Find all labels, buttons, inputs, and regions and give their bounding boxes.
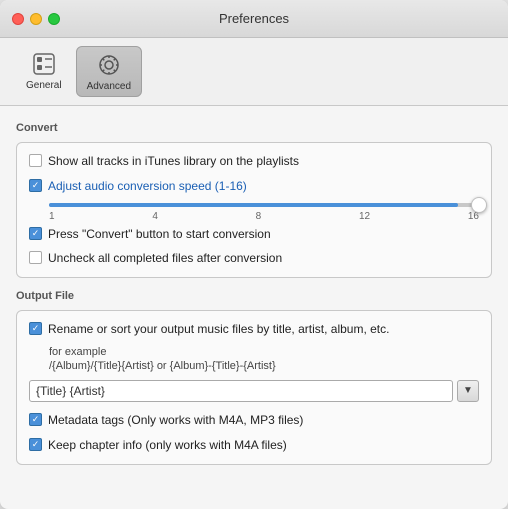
window-title: Preferences [219, 11, 289, 26]
uncheck-completed-checkbox[interactable] [29, 251, 42, 264]
output-section-label: Output File [16, 290, 492, 302]
slider-label-4: 4 [152, 211, 158, 222]
adjust-audio-checkbox[interactable] [29, 179, 42, 192]
press-convert-label: Press "Convert" button to start conversi… [48, 226, 271, 243]
close-button[interactable] [12, 13, 24, 25]
adjust-audio-row: Adjust audio conversion speed (1-16) [29, 178, 479, 195]
press-convert-checkbox[interactable] [29, 227, 42, 240]
show-all-tracks-label: Show all tracks in iTunes library on the… [48, 153, 299, 170]
format-input[interactable] [29, 380, 453, 402]
content-area: Convert Show all tracks in iTunes librar… [0, 106, 508, 509]
slider-thumb[interactable] [471, 197, 487, 213]
metadata-tags-checkbox[interactable] [29, 413, 42, 426]
toolbar: General Advanced [0, 38, 508, 106]
tab-advanced[interactable]: Advanced [76, 46, 142, 97]
advanced-tab-label: Advanced [87, 81, 131, 92]
slider-label-8: 8 [256, 211, 262, 222]
convert-section: Show all tracks in iTunes library on the… [16, 142, 492, 278]
show-all-tracks-row: Show all tracks in iTunes library on the… [29, 153, 479, 170]
rename-sort-row: Rename or sort your output music files b… [29, 321, 479, 338]
keep-chapter-row: Keep chapter info (only works with M4A f… [29, 437, 479, 454]
slider-label-12: 12 [359, 211, 370, 222]
show-all-tracks-checkbox[interactable] [29, 154, 42, 167]
slider-fill [49, 203, 458, 207]
metadata-tags-label: Metadata tags (Only works with M4A, MP3 … [48, 412, 303, 429]
rename-sort-label: Rename or sort your output music files b… [48, 321, 389, 338]
traffic-lights [12, 13, 60, 25]
minimize-button[interactable] [30, 13, 42, 25]
maximize-button[interactable] [48, 13, 60, 25]
keep-chapter-checkbox[interactable] [29, 438, 42, 451]
slider-labels: 1 4 8 12 16 [49, 211, 479, 222]
advanced-icon [95, 51, 123, 79]
uncheck-completed-label: Uncheck all completed files after conver… [48, 250, 282, 267]
preferences-window: Preferences General [0, 0, 508, 509]
output-section: Rename or sort your output music files b… [16, 310, 492, 464]
press-convert-row: Press "Convert" button to start conversi… [29, 226, 479, 243]
general-tab-label: General [26, 80, 62, 91]
slider-label-1: 1 [49, 211, 55, 222]
general-icon [30, 50, 58, 78]
metadata-tags-row: Metadata tags (Only works with M4A, MP3 … [29, 412, 479, 429]
rename-sort-checkbox[interactable] [29, 322, 42, 335]
uncheck-completed-row: Uncheck all completed files after conver… [29, 250, 479, 267]
format-dropdown-button[interactable]: ▼ [457, 380, 479, 402]
format-input-row: ▼ [29, 380, 479, 402]
adjust-audio-label: Adjust audio conversion speed (1-16) [48, 178, 247, 195]
convert-section-label: Convert [16, 122, 492, 134]
dropdown-icon: ▼ [463, 385, 473, 396]
tab-general[interactable]: General [16, 46, 72, 97]
example-format: /{Album}/{Title}{Artist} or {Album}-{Tit… [49, 360, 479, 372]
slider-track[interactable] [49, 203, 479, 207]
example-label: for example [49, 346, 479, 358]
speed-slider-container: 1 4 8 12 16 [49, 203, 479, 222]
keep-chapter-label: Keep chapter info (only works with M4A f… [48, 437, 287, 454]
titlebar: Preferences [0, 0, 508, 38]
